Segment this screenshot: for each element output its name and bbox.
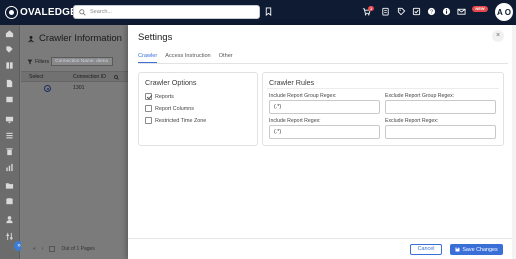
tag-icon[interactable] xyxy=(397,7,406,16)
settings-title: Settings xyxy=(138,32,173,43)
search-icon xyxy=(79,8,86,16)
column-header-connection-id[interactable]: Connection ID xyxy=(73,74,106,80)
ovaledge-logo-icon xyxy=(5,6,18,19)
home-icon[interactable] xyxy=(5,29,14,38)
search-placeholder: Search... xyxy=(90,9,113,15)
option-restricted-time-zone[interactable]: Restricted Time Zone xyxy=(145,117,206,124)
crawler-rules-card: Crawler Rules Include Report Group Regex… xyxy=(262,72,504,146)
reports-label: Reports xyxy=(155,93,174,100)
option-report-columns[interactable]: Report Columns xyxy=(145,105,194,112)
brand-name: OVALEDGE xyxy=(20,7,77,18)
include-report-regex-input[interactable]: (.*) xyxy=(269,125,380,139)
database-icon[interactable] xyxy=(5,197,14,206)
restricted-time-zone-checkbox[interactable] xyxy=(145,117,152,124)
exclude-report-regex-input[interactable] xyxy=(385,125,496,139)
pagination: « ‹ Out of 1 Pages xyxy=(33,246,95,252)
save-changes-label: Save Changes xyxy=(462,246,498,253)
save-changes-button[interactable]: Save Changes xyxy=(450,244,503,255)
list-icon[interactable] xyxy=(5,131,14,140)
svg-text:?: ? xyxy=(430,9,433,15)
user-avatar[interactable]: A O xyxy=(495,3,513,21)
global-search-input[interactable]: Search... xyxy=(73,5,260,19)
book-icon[interactable] xyxy=(5,95,14,104)
chart-icon[interactable] xyxy=(5,163,14,172)
crawler-options-card: Crawler Options Reports Report Columns R… xyxy=(138,72,258,146)
cancel-button[interactable]: Cancel xyxy=(410,244,442,255)
folder-icon[interactable] xyxy=(5,181,14,190)
first-page-icon[interactable]: « xyxy=(33,246,36,252)
save-icon xyxy=(455,247,460,252)
page-number-box[interactable] xyxy=(49,246,56,252)
help-icon[interactable]: ? xyxy=(427,7,436,16)
page-title: Crawler Information xyxy=(27,33,122,44)
info-icon[interactable] xyxy=(442,7,451,16)
report-columns-label: Report Columns xyxy=(155,105,194,112)
filters-bar: Filters Connection Name: demo xyxy=(27,57,114,66)
tab-other[interactable]: Other xyxy=(219,53,233,63)
filter-icon[interactable] xyxy=(27,59,33,65)
tasks-icon[interactable] xyxy=(412,7,421,16)
bookmark-icon[interactable] xyxy=(264,7,273,16)
reports-checkbox[interactable] xyxy=(145,93,152,100)
settings-panel: Settings × Crawler Access Instruction Ot… xyxy=(128,25,516,259)
catalog-icon[interactable] xyxy=(5,61,14,70)
sliders-icon[interactable] xyxy=(5,232,14,241)
filters-label: Filters xyxy=(35,58,50,65)
restricted-time-zone-label: Restricted Time Zone xyxy=(155,117,207,124)
tab-access-instruction[interactable]: Access Instruction xyxy=(165,53,210,63)
settings-tabs: Crawler Access Instruction Other xyxy=(138,53,233,63)
table-header: Select Connection ID xyxy=(21,71,128,82)
monitor-icon[interactable] xyxy=(5,115,14,124)
column-search-icon[interactable] xyxy=(114,75,119,80)
tab-crawler[interactable]: Crawler xyxy=(138,53,158,63)
new-badge[interactable]: NEW xyxy=(472,6,488,12)
prev-page-icon[interactable]: ‹ xyxy=(42,246,44,252)
report-columns-checkbox[interactable] xyxy=(145,105,152,112)
include-report-group-regex-label: Include Report Group Regex: xyxy=(269,93,337,99)
tag-nav-icon[interactable] xyxy=(5,45,14,54)
left-navigation-rail xyxy=(0,25,20,259)
cart-count-badge: 1 xyxy=(368,6,375,11)
pager-text: Out of 1 Pages xyxy=(61,246,95,252)
exclude-report-group-regex-label: Exclude Report Group Regex: xyxy=(385,93,455,99)
filter-chip[interactable]: Connection Name: demo xyxy=(51,57,114,66)
mail-icon[interactable] xyxy=(457,7,466,16)
page-title-text: Crawler Information xyxy=(39,33,122,44)
top-navigation-bar: OVALEDGE Search... 1 ? NEW A O xyxy=(0,0,516,25)
crawler-icon xyxy=(28,35,34,42)
table-row[interactable]: 1301 xyxy=(21,83,128,95)
option-reports[interactable]: Reports xyxy=(145,93,174,100)
column-header-select: Select xyxy=(29,74,44,80)
footer-divider xyxy=(128,238,516,239)
include-report-regex-label: Include Report Regex: xyxy=(269,118,321,124)
trash-icon[interactable] xyxy=(5,147,14,156)
panel-scrollbar[interactable] xyxy=(512,25,516,259)
document-icon[interactable] xyxy=(5,79,14,88)
row-select-radio[interactable] xyxy=(44,85,51,92)
close-button[interactable]: × xyxy=(492,30,504,42)
clipboard-icon[interactable] xyxy=(381,7,390,16)
connection-id-cell: 1301 xyxy=(73,85,85,91)
include-report-group-regex-input[interactable]: (.*) xyxy=(269,100,380,114)
exclude-report-regex-label: Exclude Report Regex: xyxy=(385,118,439,124)
crawler-options-title: Crawler Options xyxy=(145,78,197,87)
brand-logo[interactable]: OVALEDGE xyxy=(5,6,77,19)
user-settings-icon[interactable] xyxy=(5,215,14,224)
exclude-report-group-regex-input[interactable] xyxy=(385,100,496,114)
crawler-rules-title: Crawler Rules xyxy=(269,78,315,87)
crawler-information-page: Crawler Information Filters Connection N… xyxy=(21,25,128,259)
crawler-rules-divider xyxy=(267,88,499,89)
tabs-divider xyxy=(138,63,508,64)
